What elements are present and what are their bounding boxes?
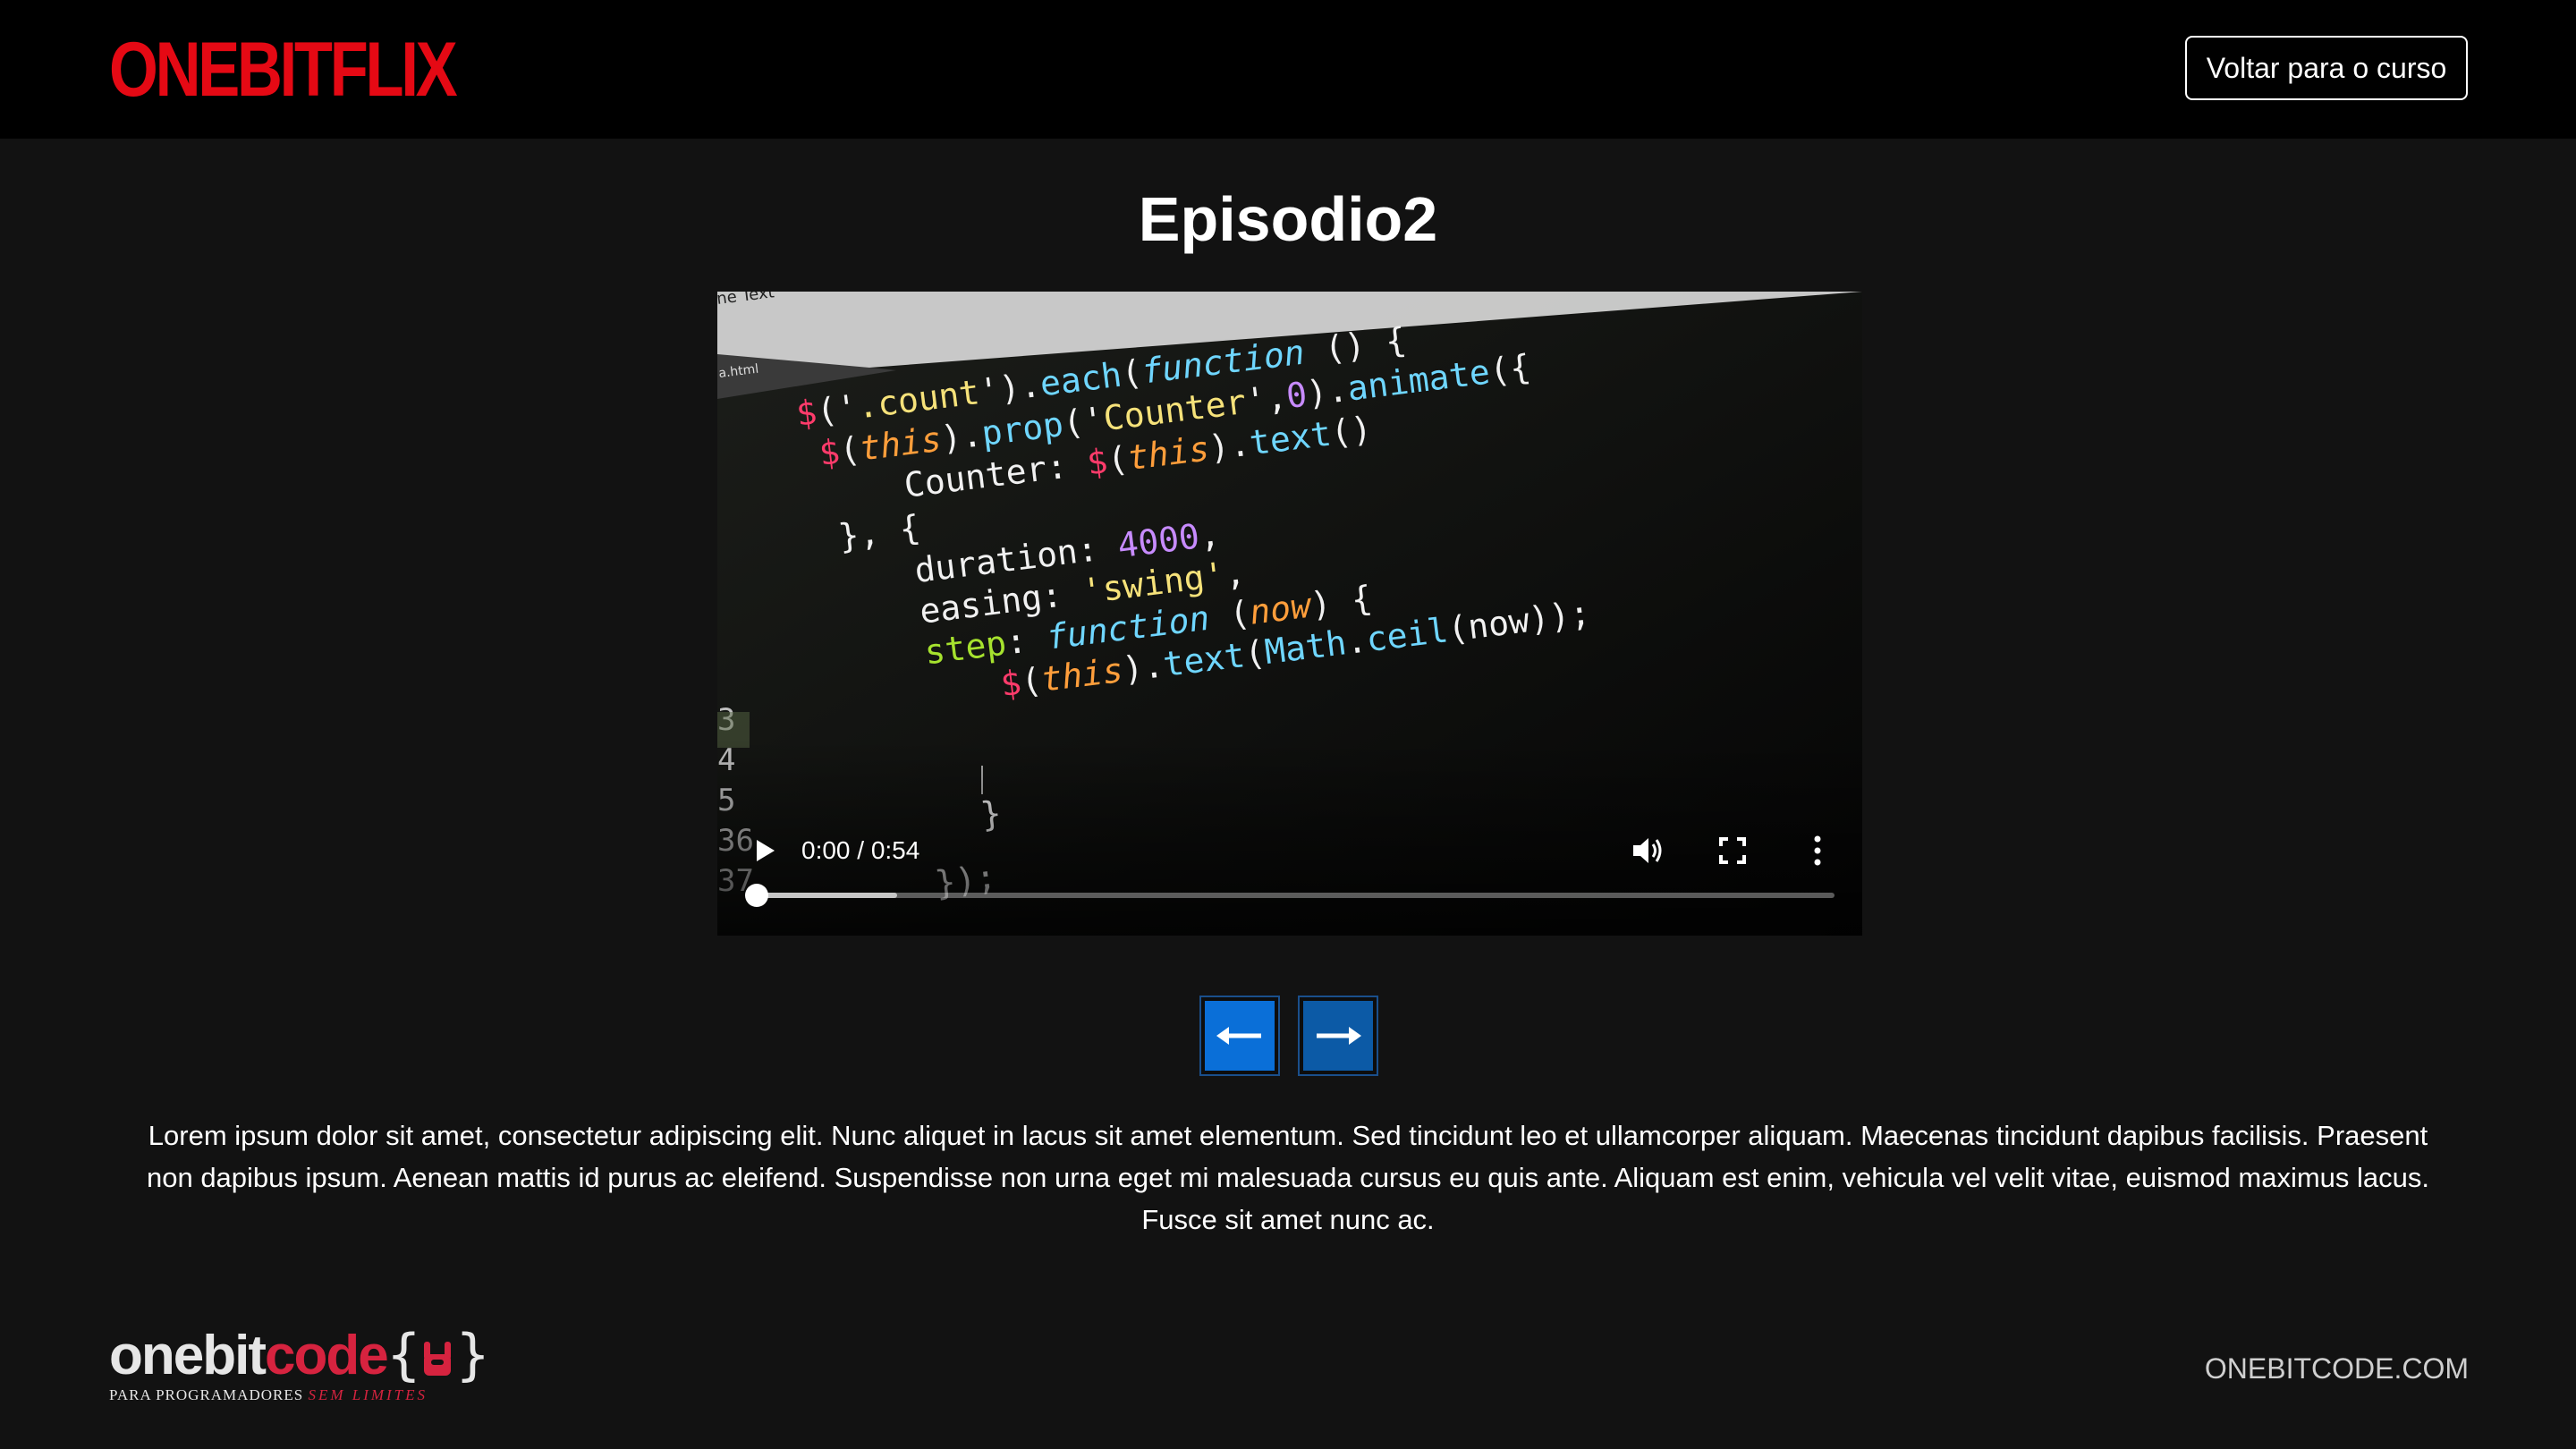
logo-brace-close: }	[456, 1322, 489, 1387]
more-options-icon[interactable]	[1810, 834, 1825, 868]
logo-brace-open: {	[386, 1322, 420, 1387]
play-icon[interactable]	[751, 835, 778, 866]
episode-title: Episodio2	[1138, 184, 1438, 254]
logo-tagline-a: PARA PROGRAMADORES	[109, 1386, 304, 1403]
top-header: ONEBITFLIX Voltar para o curso	[0, 0, 2576, 139]
onebitflix-logo[interactable]: ONEBITFLIX	[109, 27, 458, 113]
arrow-right-icon	[1317, 1027, 1361, 1045]
next-episode-button[interactable]	[1298, 996, 1378, 1076]
onebitcode-logo[interactable]: onebitcode{ } PARA PROGRAMADORES SEM LIM…	[109, 1322, 521, 1404]
logo-text-code: code	[264, 1325, 389, 1386]
fullscreen-icon[interactable]	[1717, 835, 1748, 866]
volume-icon[interactable]	[1630, 833, 1665, 869]
arrow-left-icon	[1216, 1027, 1261, 1045]
video-player[interactable]: ne Text a.html $('.count').each(function…	[717, 292, 1862, 936]
logo-tagline-b: SEM LIMITES	[308, 1386, 428, 1403]
rock-hand-icon	[424, 1342, 452, 1376]
back-to-course-button[interactable]: Voltar para o curso	[2185, 36, 2468, 100]
video-time: 0:00 / 0:54	[801, 836, 920, 864]
episode-description: Lorem ipsum dolor sit amet, consectetur …	[146, 1120, 2430, 1235]
progress-handle[interactable]	[745, 884, 768, 907]
previous-episode-button[interactable]	[1199, 996, 1280, 1076]
buffered-bar	[757, 893, 897, 898]
onebitcode-link[interactable]: ONEBITCODE.COM	[2205, 1349, 2469, 1388]
logo-text-onebit: onebit	[109, 1325, 267, 1386]
video-progress-bar[interactable]	[745, 884, 1835, 907]
